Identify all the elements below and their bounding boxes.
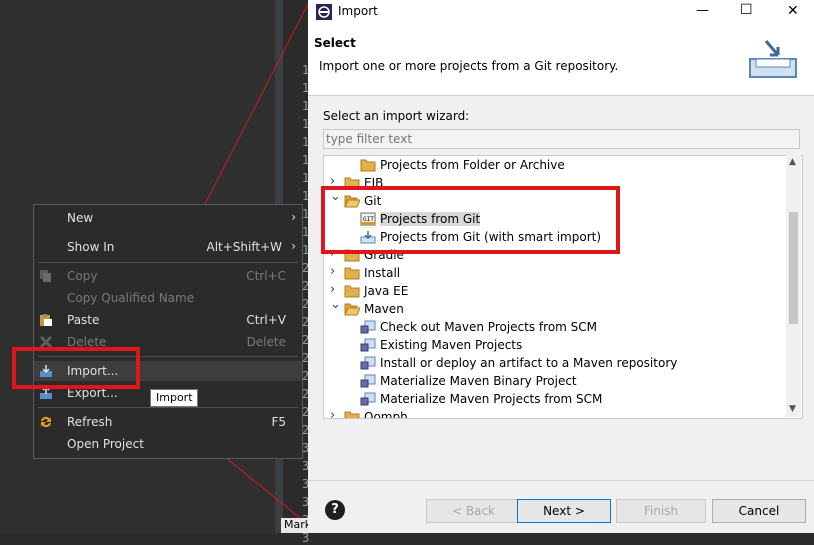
chevron-right-icon: › [291,210,296,224]
tree-item[interactable]: › Install [324,264,784,282]
highlight-box-git [321,186,620,254]
title-bar[interactable]: Import — ☐ ✕ [308,0,814,25]
tree-item-label: Install [364,266,401,280]
tree-item-label: Materialize Maven Binary Project [380,374,577,388]
tree-item-label: Oomph [364,410,408,419]
menu-item-refresh[interactable]: Refresh F5 [34,412,302,432]
wizard-banner: Select Import one or more projects from … [308,25,814,96]
line-number: 3 [302,531,310,545]
menu-item-copy-qualified-name[interactable]: Copy Qualified Name [34,288,302,308]
copy-icon [40,270,51,282]
import-wizard-icon [749,40,797,78]
scrollbar-thumb[interactable] [789,212,798,324]
tree-item-label: Java EE [364,284,409,298]
highlight-box-import [12,347,140,389]
banner-title: Select [314,36,356,50]
help-icon[interactable]: ? [325,500,345,520]
menu-item-new[interactable]: New › [34,208,302,228]
folder-icon [344,410,360,418]
context-menu: New › Show In Alt+Shift+W › Copy Ctrl+C … [33,204,303,459]
menu-item-paste[interactable]: Paste Ctrl+V [34,310,302,330]
filter-input[interactable] [323,129,800,149]
maven-icon [360,392,376,406]
menu-item-copy[interactable]: Copy Ctrl+C [34,266,302,286]
maven-icon [360,338,376,352]
back-button[interactable]: < Back [426,499,521,523]
cancel-button[interactable]: Cancel [712,499,806,523]
tree-item[interactable]: › Java EE [324,282,784,300]
menu-item-show-in[interactable]: Show In Alt+Shift+W › [34,237,302,257]
tooltip: Import [150,389,198,407]
tree-item[interactable]: Check out Maven Projects from SCM [324,318,784,336]
tree-item-label: Projects from Folder or Archive [380,158,565,172]
dialog-title: Import [338,4,378,18]
folder-icon [344,266,360,280]
maven-icon [360,374,376,388]
maximize-icon[interactable]: ☐ [740,2,753,18]
menu-separator [38,407,298,408]
tree-item-label: Maven [364,302,404,316]
next-button[interactable]: Next > [517,499,611,523]
chevron-right-icon: › [291,239,296,253]
eclipse-icon [316,4,332,20]
chevron-right-icon[interactable]: › [330,408,335,418]
tree-item[interactable]: Materialize Maven Binary Project [324,372,784,390]
tree-item[interactable]: Existing Maven Projects [324,336,784,354]
tree-item[interactable]: Install or deploy an artifact to a Maven… [324,354,784,372]
tree-item[interactable]: ⌄ Maven [324,297,784,318]
folder-open-icon [344,302,361,316]
wizard-label: Select an import wizard: [323,109,470,123]
tree-item[interactable]: Projects from Folder or Archive [324,156,784,174]
chevron-up-icon[interactable]: ▲ [789,157,796,167]
tree-item-label: Existing Maven Projects [380,338,523,352]
tree-item-label: Install or deploy an artifact to a Maven… [380,356,678,370]
tree-item-label: Check out Maven Projects from SCM [380,320,598,334]
maven-icon [360,320,376,334]
menu-separator [38,262,298,263]
banner-description: Import one or more projects from a Git r… [319,59,619,73]
tree-item[interactable]: › Oomph [324,408,784,419]
close-icon[interactable]: ✕ [787,3,799,19]
folder-icon [344,284,360,298]
menu-item-open-project[interactable]: Open Project [34,434,302,454]
chevron-right-icon[interactable]: › [330,264,335,279]
finish-button[interactable]: Finish [616,499,706,523]
maven-icon [360,356,376,370]
tree-item-label: Materialize Maven Projects from SCM [380,392,603,406]
paste-icon [40,314,52,326]
chevron-down-icon[interactable]: ⌄ [330,297,341,312]
tree-item[interactable]: Materialize Maven Projects from SCM [324,390,784,408]
folder-import-icon [360,158,376,172]
chevron-down-icon[interactable]: ▼ [789,404,796,414]
chevron-right-icon[interactable]: › [330,282,335,297]
footer-separator [308,480,814,481]
refresh-icon [41,416,51,428]
minimize-icon[interactable]: — [696,3,709,18]
import-dialog: Import — ☐ ✕ Select Import one or more p… [308,0,814,533]
